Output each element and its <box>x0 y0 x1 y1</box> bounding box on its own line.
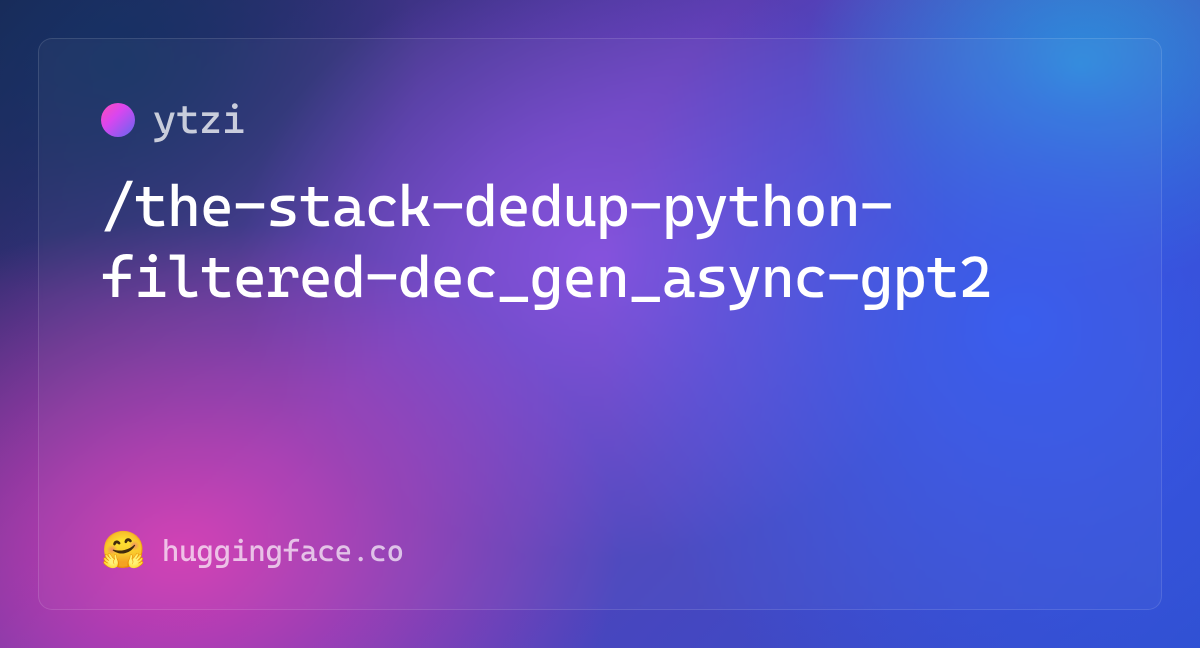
footer-site: huggingface.co <box>162 534 404 569</box>
owner-row: ytzi <box>101 97 1099 143</box>
repo-path: /the-stack-dedup-python-filtered-dec_gen… <box>101 171 1099 313</box>
huggingface-icon: 🤗 <box>101 533 146 569</box>
footer-row: 🤗 huggingface.co <box>101 533 1099 569</box>
owner-avatar-icon <box>101 103 135 137</box>
owner-name: ytzi <box>153 97 245 143</box>
spacer <box>101 313 1099 534</box>
social-card: ytzi /the-stack-dedup-python-filtered-de… <box>38 38 1162 610</box>
